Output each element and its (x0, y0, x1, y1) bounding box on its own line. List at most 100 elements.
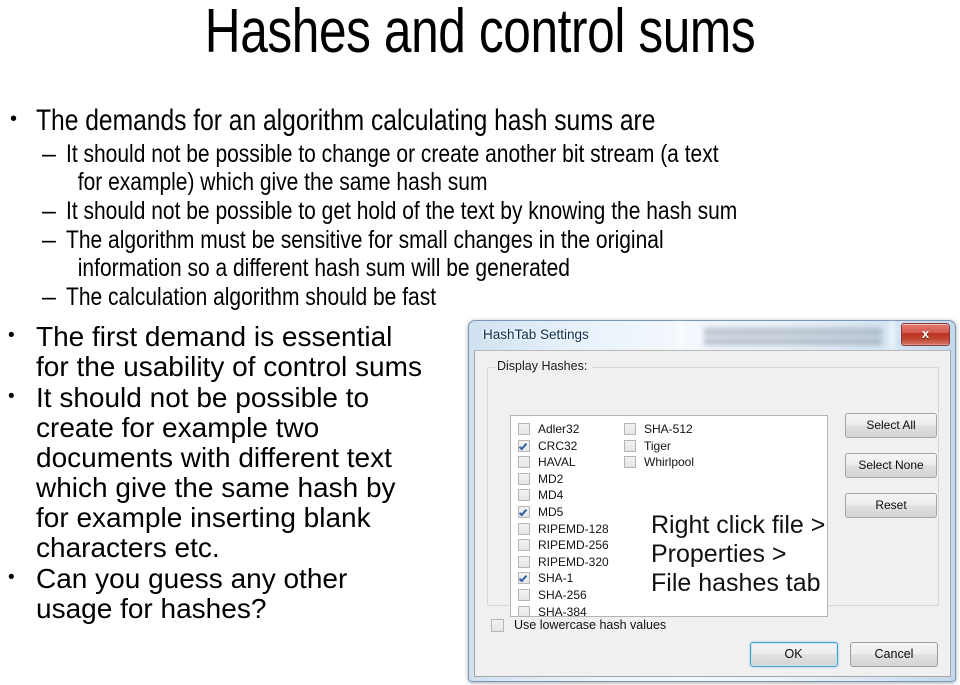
hash-label: Whirlpool (644, 455, 695, 470)
bullet-line: characters etc. (36, 532, 220, 563)
bullet-line: information so a different hash sum will… (77, 254, 570, 282)
bullet-glyph: • (8, 567, 15, 588)
hash-checkbox-crc32[interactable]: CRC32 (517, 438, 609, 455)
hash-label: SHA-1 (538, 571, 574, 586)
hash-label: RIPEMD-128 (538, 521, 609, 536)
reset-button[interactable]: Reset (845, 493, 937, 518)
bullet-level1-text: The demands for an algorithm calculating… (36, 104, 656, 137)
bullet-glyph: • (8, 386, 15, 407)
bullet-level2-text: The algorithm must be sensitive for smal… (66, 226, 960, 282)
checkbox-icon[interactable] (518, 588, 530, 601)
checkbox-icon[interactable] (624, 439, 636, 452)
checkbox-icon[interactable] (518, 489, 530, 502)
dialog-client-area: Display Hashes: Adler32 CRC32 HAVAL MD2 … (474, 350, 951, 677)
hash-label: RIPEMD-320 (538, 554, 609, 569)
bullet-line: usage for hashes? (36, 593, 267, 624)
hash-checkbox-ripemd-128[interactable]: RIPEMD-128 (517, 521, 609, 538)
hash-checkbox-adler32[interactable]: Adler32 (517, 421, 609, 438)
cancel-button[interactable]: Cancel (850, 642, 938, 667)
hash-label: Tiger (644, 438, 671, 453)
bullet-level2-text: It should not be possible to change or c… (66, 140, 960, 196)
use-lowercase-hash-values-checkbox[interactable]: Use lowercase hash values (491, 617, 666, 635)
bullet-line: The calculation algorithm should be fast (66, 283, 437, 311)
bullet-line: Can you guess any other (36, 563, 348, 594)
checkbox-icon[interactable] (624, 456, 636, 469)
bullet-line: for the usability of control sums (36, 351, 422, 382)
bullet-line: The algorithm must be sensitive for smal… (66, 226, 664, 254)
bullet-line: create for example two (36, 412, 320, 443)
hash-checkbox-whirlpool[interactable]: Whirlpool (623, 454, 694, 471)
bullet-level2: – The algorithm must be sensitive for sm… (0, 226, 960, 282)
lowercase-label: Use lowercase hash values (514, 618, 667, 632)
page-title: Hashes and control sums (204, 0, 756, 66)
checkbox-icon[interactable] (518, 605, 530, 616)
bullet-line: It should not be possible to (36, 382, 370, 413)
select-none-button[interactable]: Select None (845, 453, 937, 478)
bullet-line: which give the same hash by (36, 472, 396, 503)
annotation-line: Properties > (651, 540, 787, 568)
checkbox-icon[interactable] (518, 472, 530, 485)
hash-label: SHA-256 (538, 587, 587, 602)
checkbox-icon[interactable] (518, 456, 530, 469)
hash-label: RIPEMD-256 (538, 538, 609, 553)
bullet-line: The first demand is essential (36, 321, 393, 352)
hash-label: Adler32 (538, 422, 580, 436)
hash-checkbox-ripemd-256[interactable]: RIPEMD-256 (517, 537, 609, 554)
checkbox-checked-icon[interactable] (518, 505, 530, 518)
instruction-annotation: Right click file > Properties > File has… (651, 511, 825, 598)
hash-checkbox-sha-256[interactable]: SHA-256 (517, 587, 609, 604)
bullet-line: It should not be possible to get hold of… (66, 197, 738, 225)
dialog-footer: OK Cancel (742, 642, 938, 670)
bottom-bullet-list: • The first demand is essential for the … (0, 322, 470, 625)
titlebar-light-streak (677, 322, 683, 350)
hash-checkbox-sha-384[interactable]: SHA-384 (517, 604, 609, 617)
hash-checkbox-tiger[interactable]: Tiger (623, 438, 694, 455)
annotation-line: Right click file > (651, 511, 826, 539)
checkbox-checked-icon[interactable] (518, 572, 530, 585)
hash-algorithm-list[interactable]: Adler32 CRC32 HAVAL MD2 MD4 MD5 RIPEMD-1… (510, 415, 828, 617)
hash-label: MD2 (538, 471, 564, 486)
hash-checkbox-ripemd-320[interactable]: RIPEMD-320 (517, 554, 609, 571)
checkbox-icon[interactable] (624, 423, 636, 435)
bullet-level2-text: The calculation algorithm should be fast (66, 283, 960, 311)
bullet-line: for example inserting blank (36, 502, 371, 533)
hash-label: CRC32 (538, 438, 578, 453)
bullet-level2: – It should not be possible to get hold … (0, 197, 960, 225)
selection-button-group: Select All Select None Reset (845, 413, 937, 533)
hash-label: MD4 (538, 488, 564, 503)
bullet-glyph: • (8, 325, 15, 346)
checkbox-icon[interactable] (518, 539, 530, 552)
checkbox-icon[interactable] (518, 555, 530, 568)
top-bullet-list: • The demands for an algorithm calculati… (0, 104, 960, 312)
bullet-line: for example) which give the same hash su… (77, 168, 488, 196)
dialog-window-frame: HashTab Settings x Display Hashes: Adler… (468, 320, 956, 682)
bullet-line: documents with different text (36, 442, 392, 473)
dash-glyph: – (42, 140, 56, 168)
display-hashes-label: Display Hashes: (495, 359, 593, 374)
close-icon[interactable]: x (901, 323, 950, 346)
checkbox-icon[interactable] (518, 522, 530, 535)
hash-checkbox-sha-512[interactable]: SHA-512 (623, 421, 694, 438)
ok-button[interactable]: OK (749, 642, 838, 667)
hash-checkbox-haval[interactable]: HAVAL (517, 454, 609, 471)
checkbox-icon[interactable] (518, 423, 530, 435)
bullet-level1: • The demands for an algorithm calculati… (0, 104, 960, 138)
checkbox-icon[interactable] (491, 619, 504, 632)
bullet-level2-text: It should not be possible to get hold of… (66, 197, 960, 225)
bullet-level2: – It should not be possible to change or… (0, 140, 960, 196)
hash-label: SHA-512 (644, 422, 693, 436)
hashtab-settings-dialog[interactable]: HashTab Settings x Display Hashes: Adler… (468, 320, 956, 685)
select-all-button[interactable]: Select All (845, 413, 937, 438)
hash-column-right: SHA-512 Tiger Whirlpool (623, 421, 694, 471)
bullet-level1: • It should not be possible to create fo… (0, 383, 470, 563)
dash-glyph: – (42, 226, 56, 254)
hash-checkbox-md2[interactable]: MD2 (517, 471, 609, 488)
hash-checkbox-sha-1[interactable]: SHA-1 (517, 570, 609, 587)
bullet-level1: • The first demand is essential for the … (0, 322, 470, 382)
checkbox-checked-icon[interactable] (518, 439, 530, 452)
hash-checkbox-md5[interactable]: MD5 (517, 504, 609, 521)
hash-column-left: Adler32 CRC32 HAVAL MD2 MD4 MD5 RIPEMD-1… (517, 421, 609, 617)
bullet-glyph: • (10, 108, 18, 130)
hash-checkbox-md4[interactable]: MD4 (517, 487, 609, 504)
hash-label: SHA-384 (538, 604, 587, 617)
